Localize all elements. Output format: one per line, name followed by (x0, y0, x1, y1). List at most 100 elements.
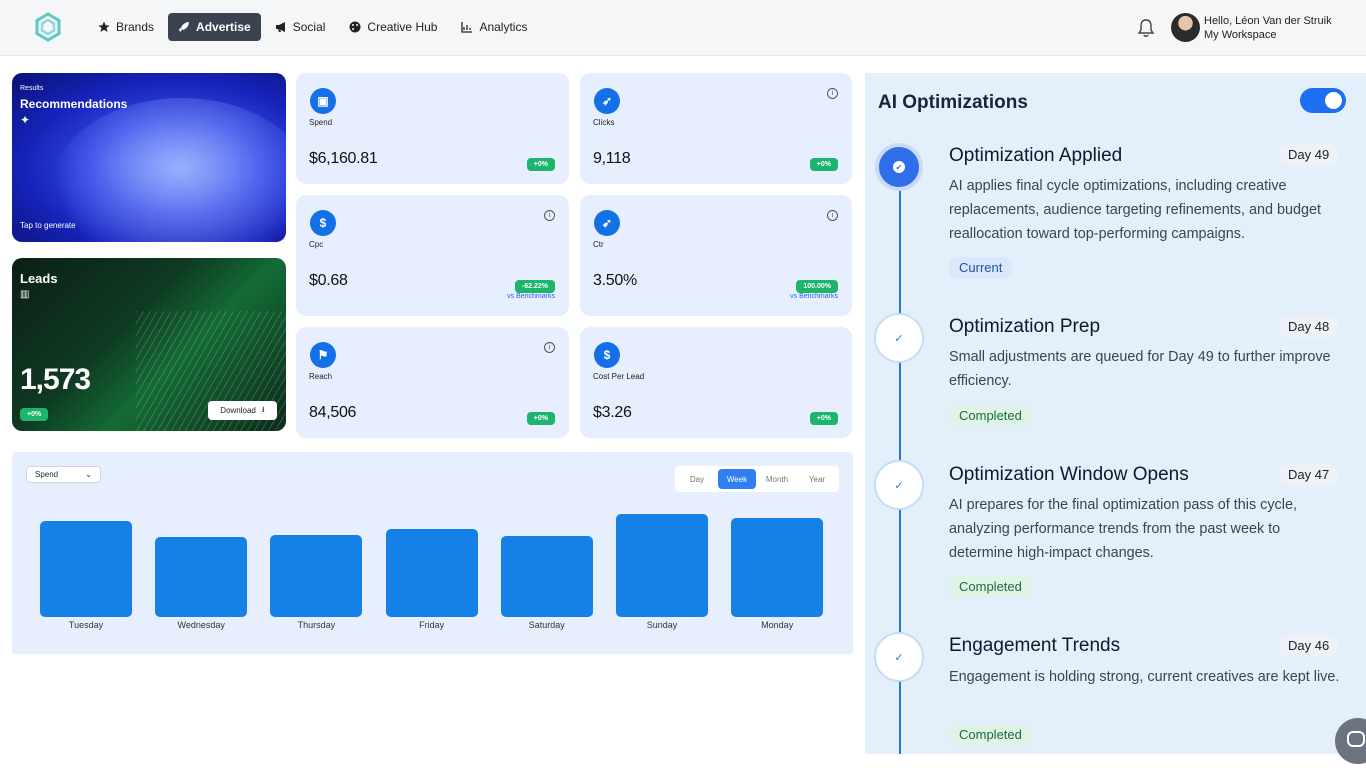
recommendations-card[interactable]: Results Recommendations ✦ Tap to generat… (12, 73, 286, 242)
user-info[interactable]: Hello, Léon Van der Struik My Workspace (1204, 14, 1332, 42)
metric-card-cpc: $ i Cpc $0.68 -62.22% vs Benchmarks (296, 195, 569, 316)
dollar-cursor-icon: $ (310, 210, 336, 236)
user-workspace: My Workspace (1204, 29, 1277, 41)
chart-x-label: Friday (419, 620, 445, 630)
rec-small-label: Results (20, 85, 44, 92)
chart-bar[interactable] (40, 521, 132, 617)
change-badge: +0% (526, 158, 555, 171)
check-icon: ✓ (894, 651, 904, 664)
chart-bar[interactable] (270, 535, 363, 617)
step-title: Optimization Prep (949, 316, 1101, 337)
metric-label: Ctr (593, 240, 604, 249)
nav-analytics[interactable]: Analytics (451, 13, 537, 41)
chart-icon (461, 22, 473, 33)
status-badge: Completed (949, 405, 1032, 427)
palette-icon (349, 21, 361, 33)
rec-title: Recommendations (20, 97, 128, 111)
top-nav-bar: Brands Advertise Social Creative Hub Ana… (0, 0, 1366, 56)
nav-creative-hub[interactable]: Creative Hub (339, 13, 447, 41)
metric-label: Clicks (593, 118, 615, 127)
check-icon: ✔ (893, 161, 905, 173)
step-day: Day 46 (1279, 635, 1339, 657)
leads-value: 1,573 (20, 363, 91, 396)
metric-badge: +0% (526, 407, 555, 425)
avatar[interactable] (1171, 13, 1200, 42)
download-icon: ⭳ (261, 404, 265, 414)
check-icon: ✓ (894, 479, 904, 492)
timeline-node: ✓ (874, 313, 924, 363)
chart-x-label: Tuesday (68, 620, 104, 630)
info-icon[interactable]: i (827, 88, 838, 99)
metric-badge: +0% (526, 153, 555, 171)
step-day: Day 47 (1279, 464, 1339, 486)
star-icon (98, 21, 110, 32)
nav-advertise[interactable]: Advertise (168, 13, 261, 41)
nav-social[interactable]: Social (265, 13, 336, 41)
brand-logo-icon[interactable] (33, 12, 63, 42)
info-icon[interactable]: i (827, 210, 838, 221)
benchmark-label: vs Benchmarks (507, 293, 555, 300)
metric-badge: +0% (809, 407, 838, 425)
ai-panel-title: AI Optimizations (878, 92, 1028, 113)
timeline-node: ✓ (874, 460, 924, 510)
dollar-icon: $ (594, 342, 620, 368)
metric-card-cost-per-lead: $ Cost Per Lead $3.26 +0% (580, 327, 852, 438)
ai-toggle[interactable] (1300, 88, 1346, 113)
nav-label: Analytics (479, 20, 528, 34)
step-day: Day 48 (1279, 316, 1339, 338)
step-title: Optimization Applied (949, 145, 1123, 166)
chart-bar[interactable] (155, 537, 248, 617)
nav-brands[interactable]: Brands (88, 13, 164, 41)
status-badge: Completed (949, 724, 1032, 746)
bell-icon[interactable] (1137, 18, 1155, 38)
metric-value: $0.68 (309, 272, 348, 289)
download-label: Download (220, 406, 256, 415)
reach-icon: ⚑ (310, 342, 336, 368)
nav-label: Social (292, 20, 326, 34)
sparkle-icon: ✦ (20, 113, 31, 127)
bar-chart: Tuesday Wednesday Thursday Friday Saturday Su… (12, 452, 853, 654)
leads-card: Leads ▥ 1,573 +0% Download ⭳ (12, 258, 286, 431)
metric-label: Cpc (309, 240, 324, 249)
timeline-node-current: ✔ (875, 143, 923, 191)
chart-bar[interactable] (616, 514, 708, 617)
money-icon: ▣ (310, 88, 336, 114)
change-badge: +0% (526, 412, 555, 425)
metric-card-clicks: ➶ i Clicks 9,118 +0% (580, 73, 852, 184)
cursor-icon: ➹ (594, 210, 620, 236)
timeline-node: ✓ (874, 632, 924, 682)
megaphone-icon (275, 22, 285, 32)
leads-badge: +0% (20, 403, 49, 421)
status-badge: Completed (949, 576, 1032, 598)
chart-x-label: Thursday (297, 620, 336, 630)
status-badge: Current (949, 257, 1013, 279)
chart-bar[interactable] (731, 518, 824, 617)
benchmark-label: vs Benchmarks (790, 293, 838, 300)
rec-tap-label: Tap to generate (20, 221, 76, 230)
metric-card-reach: ⚑ i Reach 84,506 +0% (296, 327, 569, 438)
metric-value: $3.26 (593, 404, 632, 421)
info-icon[interactable]: i (544, 342, 555, 353)
step-day: Day 49 (1279, 144, 1339, 166)
change-badge: 100.00% (796, 280, 838, 293)
step-description: Small adjustments are queued for Day 49 … (949, 349, 1331, 389)
metric-card-ctr: ➹ i Ctr 3.50% 100.00% vs Benchmarks (580, 195, 852, 316)
user-greeting: Hello, Léon Van der Struik (1204, 15, 1332, 27)
chart-bar[interactable] (385, 529, 478, 617)
leads-title: Leads (20, 271, 58, 286)
rocket-icon (179, 22, 190, 32)
metric-label: Reach (309, 372, 333, 381)
metric-badge: 100.00% (796, 275, 838, 293)
chart-x-label: Wednesday (177, 620, 225, 630)
chart-x-label: Monday (761, 620, 794, 630)
step-title: Optimization Window Opens (949, 464, 1189, 485)
metric-badge: -62.22% (514, 275, 555, 293)
chart-bar[interactable] (500, 536, 593, 617)
info-icon[interactable]: i (544, 210, 555, 221)
nav-label: Advertise (196, 20, 251, 34)
download-button[interactable]: Download ⭳ (208, 401, 277, 420)
step-description: AI prepares for the final optimization p… (949, 497, 1297, 561)
ai-optimizations-panel: AI Optimizations ✔ Optimization Applied … (865, 73, 1366, 754)
chart-x-label: Saturday (528, 620, 565, 630)
check-icon: ✓ (894, 332, 904, 345)
